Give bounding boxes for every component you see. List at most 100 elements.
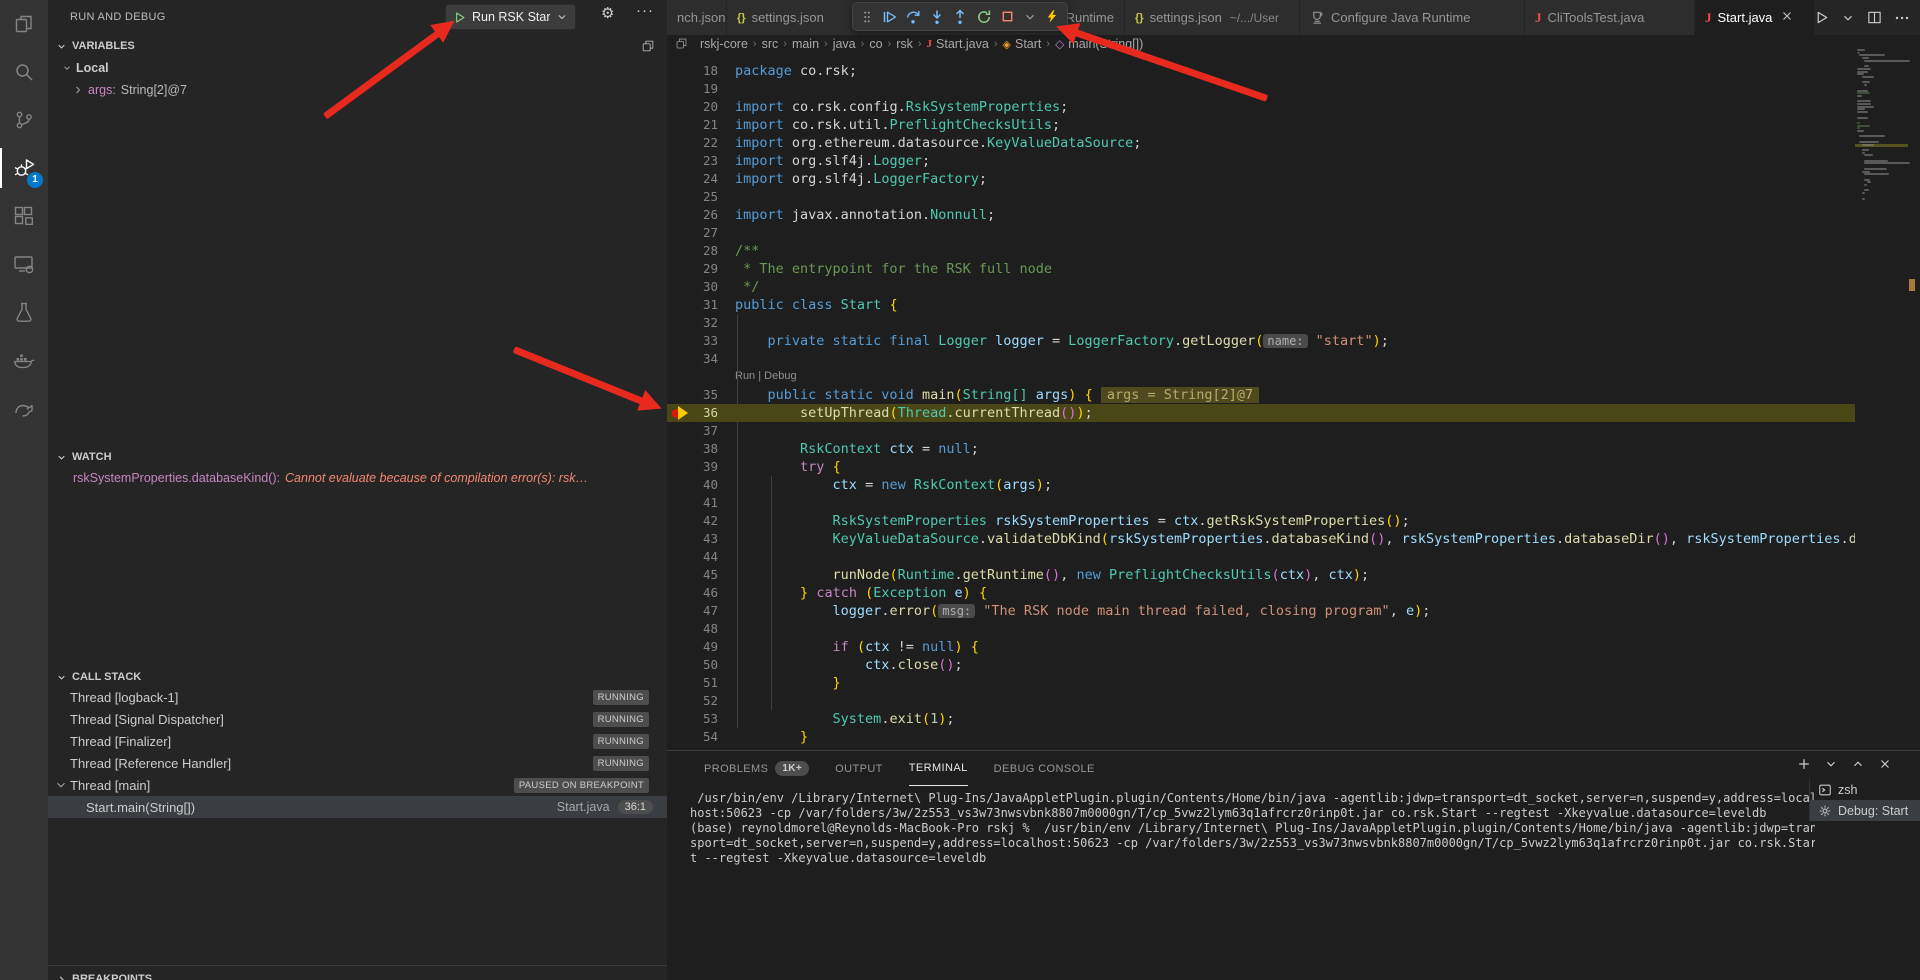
tab-label: nch.json xyxy=(677,10,725,25)
breadcrumb-separator: › xyxy=(918,38,922,50)
code-line-45: 45 runNode(Runtime.getRuntime(), new Pre… xyxy=(667,566,1855,584)
continue-icon[interactable] xyxy=(881,9,897,25)
editor-tab-settings-json[interactable]: {}settings.json~/.../User xyxy=(1125,0,1300,35)
more-actions-icon[interactable]: ··· xyxy=(636,2,654,19)
collapse-all-icon[interactable] xyxy=(641,39,655,53)
minimap-line xyxy=(1864,179,1870,181)
editor-tab-configure-java-runtime[interactable]: Configure Java Runtime xyxy=(1300,0,1525,35)
minimap-line xyxy=(1862,192,1865,194)
panel-tab-problems[interactable]: PROBLEMS1K+ xyxy=(704,751,809,786)
variables-scope-local[interactable]: Local xyxy=(48,58,667,78)
call-stack-thread[interactable]: Thread [Finalizer]RUNNING xyxy=(48,730,667,752)
code-lens-run-debug[interactable]: Run | Debug xyxy=(735,368,1855,386)
line-number: 24 xyxy=(667,170,718,188)
plus-icon[interactable] xyxy=(1797,757,1811,771)
close-icon[interactable] xyxy=(1878,757,1892,771)
activity-item-explorer[interactable] xyxy=(0,0,48,48)
editor-tab-start-java[interactable]: JStart.java xyxy=(1695,0,1815,35)
breadcrumb-item[interactable]: co xyxy=(869,37,882,51)
call-stack-section-header[interactable]: CALL STACK xyxy=(48,667,667,687)
step-over-icon[interactable] xyxy=(905,9,921,25)
breadcrumb-item[interactable]: JStart.java xyxy=(927,37,989,51)
panel-tab-bar: PROBLEMS1K+ OUTPUT TERMINAL DEBUG CONSOLE xyxy=(704,751,1095,786)
overview-ruler xyxy=(1908,35,1920,750)
breadcrumb-item[interactable]: rskj-core xyxy=(700,37,748,51)
stop-icon[interactable] xyxy=(1000,9,1015,24)
chevron-down-icon xyxy=(62,63,72,73)
line-number: 46 xyxy=(667,584,718,602)
gear-icon[interactable]: ⚙ xyxy=(601,4,614,22)
breadcrumb[interactable]: rskj-core›src›main›java›co›rsk›JStart.ja… xyxy=(700,35,1850,53)
tab-label: Start.java xyxy=(1718,10,1773,25)
more-icon[interactable] xyxy=(1894,10,1910,26)
breadcrumb-item[interactable]: ◈Start xyxy=(1003,37,1042,51)
minimap-line xyxy=(1857,71,1868,73)
activity-item-gradle[interactable] xyxy=(0,384,48,432)
terminal-list-item-zsh[interactable]: zsh xyxy=(1810,779,1920,800)
close-icon[interactable] xyxy=(1780,9,1794,27)
minimap-line xyxy=(1864,65,1869,67)
line-number: 43 xyxy=(667,530,718,548)
editor-tab-settings-json[interactable]: {}settings.json xyxy=(727,0,860,35)
call-stack-thread[interactable]: Thread [Signal Dispatcher]RUNNING xyxy=(48,708,667,730)
run-icon[interactable] xyxy=(1814,10,1829,25)
minimap-line xyxy=(1862,76,1874,78)
minimap-line xyxy=(1857,90,1868,92)
breadcrumb-item[interactable]: rsk xyxy=(896,37,913,51)
breakpoints-section-header[interactable]: BREAKPOINTS xyxy=(48,969,667,980)
breadcrumb-item[interactable]: main xyxy=(792,37,819,51)
minimap[interactable] xyxy=(1855,35,1908,750)
split-editor-icon[interactable] xyxy=(1867,10,1882,25)
step-out-icon[interactable] xyxy=(952,9,968,25)
sidebar-title: RUN AND DEBUG xyxy=(70,11,166,23)
chevron-down-icon[interactable] xyxy=(1841,11,1855,25)
breadcrumb-item[interactable]: java xyxy=(833,37,856,51)
call-stack-thread[interactable]: Thread [logback-1]RUNNING xyxy=(48,686,667,708)
minimap-line xyxy=(1864,173,1889,175)
terminal-list-item-debug-start[interactable]: Debug: Start xyxy=(1810,800,1920,821)
caret-up-icon[interactable] xyxy=(1851,757,1865,771)
activity-item-extensions[interactable] xyxy=(0,192,48,240)
panel-tab-output[interactable]: OUTPUT xyxy=(835,751,883,786)
line-text: RskSystemProperties rskSystemProperties … xyxy=(735,512,1410,530)
breadcrumb-item[interactable]: src xyxy=(762,37,779,51)
watch-section-header[interactable]: WATCH xyxy=(48,447,667,467)
minimap-line xyxy=(1857,122,1860,124)
minimap-line xyxy=(1867,181,1871,183)
terminal-icon xyxy=(1818,783,1832,797)
breakpoint-current-line-icon[interactable] xyxy=(672,406,690,420)
activity-item-docker[interactable] xyxy=(0,336,48,384)
step-into-icon[interactable] xyxy=(929,9,945,25)
chevron-down-icon[interactable] xyxy=(1023,10,1037,24)
editor-tab-nch-json[interactable]: nch.json xyxy=(667,0,727,35)
code-line-48: 48 xyxy=(667,620,1855,638)
activity-item-remote-explorer[interactable] xyxy=(0,240,48,288)
code-line-42: 42 RskSystemProperties rskSystemProperti… xyxy=(667,512,1855,530)
code-editor[interactable]: 18package co.rsk;1920import co.rsk.confi… xyxy=(667,53,1855,750)
terminal-output[interactable]: /usr/bin/env /Library/Internet\ Plug-Ins… xyxy=(690,791,1815,866)
run-config-dropdown[interactable]: Run RSK Start xyxy=(445,4,576,30)
activity-item-search[interactable] xyxy=(0,48,48,96)
chevron-down-icon[interactable] xyxy=(1824,757,1838,771)
restart-icon[interactable] xyxy=(976,9,992,25)
minimap-line xyxy=(1857,68,1871,70)
variables-section-header[interactable]: VARIABLES xyxy=(48,36,667,56)
activity-item-run-and-debug[interactable]: 1 xyxy=(0,144,48,192)
thread-status-badge: RUNNING xyxy=(593,712,649,727)
panel-tab-terminal[interactable]: TERMINAL xyxy=(909,751,968,786)
activity-item-testing[interactable] xyxy=(0,288,48,336)
docker-icon xyxy=(12,348,36,372)
activity-bar: 1 xyxy=(0,0,48,980)
minimap-line xyxy=(1864,168,1886,170)
panel-tab-debug-console[interactable]: DEBUG CONSOLE xyxy=(994,751,1095,786)
search-icon xyxy=(12,60,36,84)
panel-tab-label: OUTPUT xyxy=(835,763,883,775)
line-text: ctx.close(); xyxy=(735,656,963,674)
call-stack-thread[interactable]: Thread [Reference Handler]RUNNING xyxy=(48,752,667,774)
watch-row[interactable]: rskSystemProperties.databaseKind():Canno… xyxy=(48,468,667,488)
line-text: runNode(Runtime.getRuntime(), new Prefli… xyxy=(735,566,1369,584)
activity-item-source-control[interactable] xyxy=(0,96,48,144)
call-stack-frame[interactable]: Start.main(String[])Start.java36:1 xyxy=(48,796,667,818)
editor-tab-clitoolstest-java[interactable]: JCliToolsTest.java xyxy=(1525,0,1695,35)
call-stack-thread[interactable]: Thread [main]PAUSED ON BREAKPOINT xyxy=(48,774,667,796)
